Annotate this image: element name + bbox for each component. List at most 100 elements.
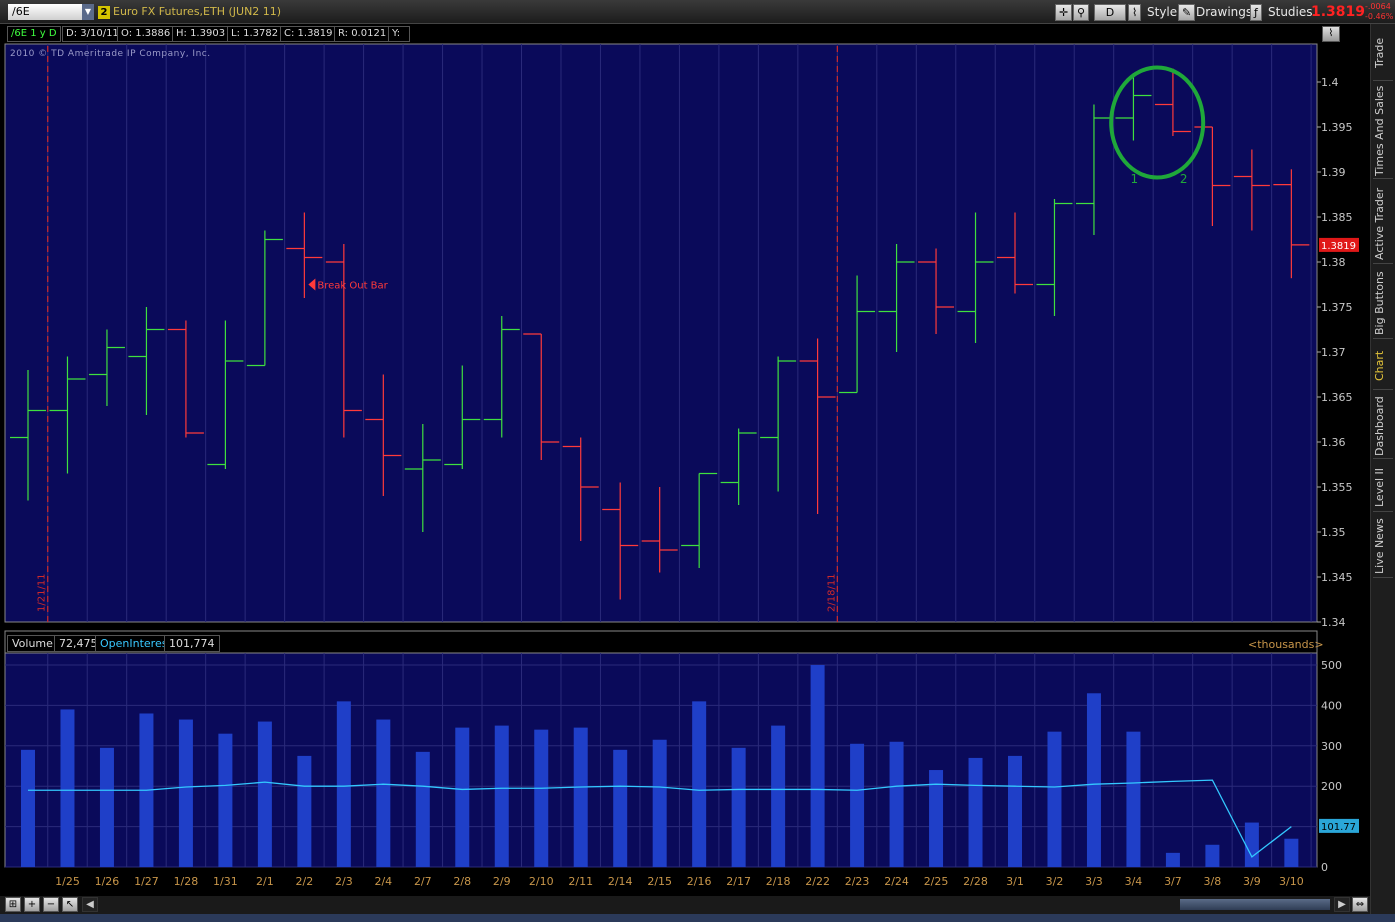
side-tab-chart[interactable]: Chart <box>1373 342 1393 390</box>
x-tick-label: 2/15 <box>647 875 672 888</box>
x-tick-label: 1/27 <box>134 875 159 888</box>
style-menu[interactable]: Style <box>1147 5 1177 19</box>
x-tick-label: 2/4 <box>374 875 392 888</box>
legend-range: R: 0.0121 <box>334 26 391 42</box>
side-tab-trade[interactable]: Trade <box>1373 26 1393 81</box>
volume-bar <box>1284 838 1299 867</box>
scroll-right-icon[interactable]: ▶ <box>1334 897 1350 912</box>
side-tab-dashboard[interactable]: Dashboard <box>1373 394 1393 459</box>
link-group-badge[interactable]: 2 <box>98 6 110 19</box>
x-tick-label: 2/9 <box>493 875 511 888</box>
x-tick-label: 3/4 <box>1125 875 1143 888</box>
x-tick-label: 1/31 <box>213 875 238 888</box>
volume-bar <box>297 755 312 867</box>
chart-area[interactable]: 1.34 1.345 1.35 1.355 1.36 1.365 1.37 1.375 1.38… <box>0 24 1370 914</box>
x-tick-label: 2/2 <box>296 875 314 888</box>
volume-label: Volume <box>7 635 58 652</box>
volume-bar <box>850 743 865 867</box>
studies-menu[interactable]: Studies <box>1268 5 1313 19</box>
chart-svg: 1.34 1.345 1.35 1.355 1.36 1.365 1.37 1.375 1.38… <box>4 43 1359 888</box>
x-tick-label: 3/1 <box>1006 875 1024 888</box>
side-tab-big-buttons[interactable]: Big Buttons <box>1373 269 1393 339</box>
legend-symbol: /6E 1 y D <box>7 26 61 42</box>
zoom-in-icon[interactable]: + <box>24 897 40 912</box>
x-tick-label: 2/10 <box>529 875 554 888</box>
bottom-scroll-bar <box>0 896 1370 914</box>
x-tick-label: 2/24 <box>884 875 909 888</box>
volume-bar <box>534 729 549 867</box>
volume-bar <box>731 747 746 867</box>
volume-tick-label: 0 <box>1321 861 1328 874</box>
x-tick-label: 1/28 <box>174 875 199 888</box>
x-tick-label: 2/22 <box>805 875 830 888</box>
side-tab-active-trader[interactable]: Active Trader <box>1373 184 1393 264</box>
side-tab-level-ii[interactable]: Level II <box>1373 464 1393 512</box>
side-tab-live-news[interactable]: Live News <box>1373 516 1393 578</box>
crosshair-icon[interactable]: ✛ <box>1055 4 1073 21</box>
legend-date: D: 3/10/11 <box>62 26 123 42</box>
volume-bar <box>652 739 667 867</box>
event-line-label-1: 1/21/11 <box>37 573 48 612</box>
volume-bar <box>613 749 628 867</box>
price-tick-label: 1.39 <box>1321 166 1346 179</box>
symbol-dropdown-icon[interactable]: ▼ <box>82 4 94 20</box>
status-bar <box>0 914 1395 922</box>
last-price-marker-label: 1.3819 <box>1321 241 1356 252</box>
price-tick-label: 1.34 <box>1321 616 1346 629</box>
x-tick-label: 2/14 <box>608 875 633 888</box>
price-tick-label: 1.36 <box>1321 436 1346 449</box>
volume-bar <box>60 709 75 867</box>
open-interest-value: 101,774 <box>164 635 220 652</box>
side-tab-rail: Trade Times And Sales Active Trader Big But… <box>1370 24 1395 914</box>
volume-tick-label: 400 <box>1321 699 1342 712</box>
timeframe-button[interactable]: D <box>1094 4 1126 21</box>
x-tick-label: 1/26 <box>95 875 120 888</box>
price-tick-label: 1.38 <box>1321 256 1346 269</box>
price-tick-label: 1.37 <box>1321 346 1346 359</box>
volume-bar <box>1047 731 1062 867</box>
drawings-icon[interactable]: ✎ <box>1178 4 1196 21</box>
price-tick-label: 1.385 <box>1321 211 1353 224</box>
volume-bar <box>968 757 983 867</box>
scroll-left-icon[interactable]: ◀ <box>82 897 98 912</box>
x-tick-label: 1/25 <box>55 875 80 888</box>
style-icon[interactable]: ⌇ <box>1128 4 1142 21</box>
price-tick-label: 1.345 <box>1321 571 1353 584</box>
x-tick-label: 3/8 <box>1204 875 1222 888</box>
x-tick-label: 2/25 <box>924 875 949 888</box>
legend-low: L: 1.3782 <box>227 26 283 42</box>
drawings-menu[interactable]: Drawings <box>1196 5 1252 19</box>
legend-close: C: 1.3819 <box>280 26 337 42</box>
x-tick-label: 3/7 <box>1164 875 1182 888</box>
volume-bar <box>573 727 588 867</box>
x-tick-label: 2/1 <box>256 875 274 888</box>
zoom-out-icon[interactable]: − <box>43 897 59 912</box>
fit-icon[interactable]: ⇔ <box>1352 897 1368 912</box>
volume-bar <box>1086 693 1101 867</box>
price-panel <box>4 43 1318 623</box>
scroll-thumb[interactable] <box>1180 899 1330 910</box>
volume-bar <box>218 733 233 867</box>
price-tick-label: 1.35 <box>1321 526 1346 539</box>
x-tick-label: 2/3 <box>335 875 353 888</box>
zoom-icon[interactable]: ⚲ <box>1073 4 1090 21</box>
volume-tick-label: 200 <box>1321 780 1342 793</box>
legend-y: Y: <box>388 26 410 42</box>
x-tick-label: 2/8 <box>453 875 471 888</box>
chart-settings-icon[interactable]: ⌇ <box>1322 26 1340 42</box>
expand-icon[interactable]: ⊞ <box>5 897 21 912</box>
x-tick-label: 2/18 <box>766 875 791 888</box>
price-tick-label: 1.355 <box>1321 481 1353 494</box>
price-change: -.0064 -0.46% <box>1365 2 1393 22</box>
studies-icon[interactable]: ƒ <box>1250 4 1262 21</box>
volume-bar <box>376 719 391 867</box>
breakout-label: Break Out Bar <box>317 281 388 292</box>
price-tick-label: 1.4 <box>1321 76 1339 89</box>
side-tab-times-and-sales[interactable]: Times And Sales <box>1373 84 1393 179</box>
cursor-icon[interactable]: ↖ <box>62 897 78 912</box>
symbol-input[interactable]: /6E <box>8 4 82 20</box>
circle-label-1: 1 <box>1130 172 1138 186</box>
volume-bar <box>1205 844 1220 867</box>
x-tick-label: 3/2 <box>1046 875 1064 888</box>
legend-high: H: 1.3903 <box>172 26 230 42</box>
